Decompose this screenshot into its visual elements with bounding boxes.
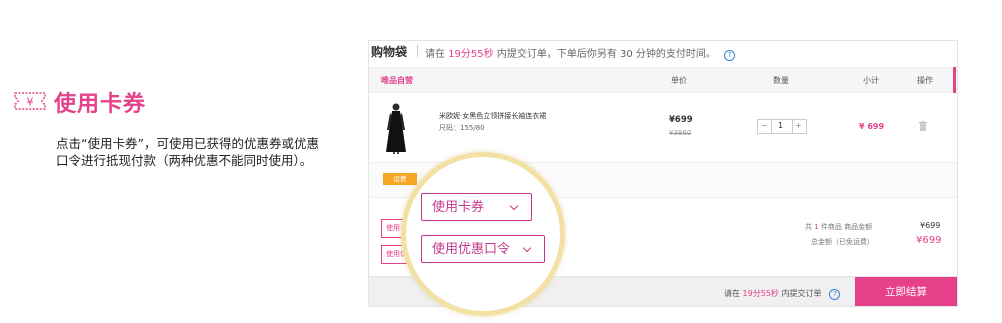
chevron-down-icon	[509, 201, 519, 211]
unit-price: ¥699	[669, 115, 693, 125]
svg-text:¥: ¥	[27, 96, 34, 109]
notice-suffix: 内提交订单，下单后你另有 30 分钟的支付时间。	[496, 49, 716, 60]
bottom-time-notice: 请在 19分55秒 内提交订单?	[724, 288, 841, 300]
count-suffix: 件商品 商品金额	[820, 223, 873, 231]
use-coupon-button[interactable]: 使用卡券	[421, 193, 532, 221]
original-price: ¥3860	[669, 129, 692, 137]
help-icon[interactable]: ?	[723, 50, 735, 61]
total-label: 总金额（已免运费）	[811, 238, 874, 246]
header-quantity: 数量	[773, 76, 789, 85]
cart-item: 米欧妮·女黑色立领拼接长袖连衣裙 尺码：155/80 ¥699 ¥3860 − …	[369, 92, 957, 163]
count-prefix: 共	[805, 223, 812, 231]
countdown-time: 19分55秒	[742, 289, 779, 298]
header-price: 单价	[671, 76, 687, 85]
checkout-button[interactable]: 立即结算	[855, 277, 957, 306]
cart-title: 购物袋	[371, 45, 408, 59]
divider	[417, 45, 418, 57]
item-subtotal: ¥ 699	[859, 122, 885, 131]
order-time-notice: 请在 19分55秒 内提交订单，下单后你另有 30 分钟的支付时间。?	[425, 45, 735, 61]
accent-bar	[953, 67, 956, 93]
header-subtotal: 小计	[863, 76, 879, 85]
notice-prefix: 请在	[425, 49, 445, 60]
divider	[771, 120, 772, 133]
decrease-button[interactable]: −	[761, 121, 768, 130]
intro-title: 使用卡券	[54, 92, 147, 117]
help-icon[interactable]: ?	[829, 289, 841, 300]
goods-amount: ¥699	[920, 221, 941, 230]
total-amount: ¥699	[916, 235, 942, 246]
product-name[interactable]: 米欧妮·女黑色立领拼接长袖连衣裙	[439, 111, 546, 121]
cart-topbar: 购物袋 请在 19分55秒 内提交订单，下单后你另有 30 分钟的支付时间。?	[369, 41, 957, 61]
countdown-time: 19分55秒	[448, 49, 494, 60]
use-promo-code-button[interactable]: 使用优惠口令	[421, 235, 545, 263]
seller-name: 唯品自营	[381, 76, 413, 85]
product-image[interactable]	[383, 102, 409, 154]
product-size: 尺码：155/80	[439, 124, 485, 132]
intro-description: 点击“使用卡券”，可使用已获得的优惠券或优惠口令进行抵现付款（两种优惠不能同时使…	[56, 136, 319, 168]
increase-button[interactable]: +	[795, 121, 802, 130]
use-promo-code-label: 使用优惠口令	[432, 242, 511, 257]
quantity-stepper: − 1 +	[757, 119, 807, 134]
use-coupon-label: 使用卡券	[432, 200, 485, 215]
goods-count: 1	[814, 223, 819, 231]
coupon-icon: ¥	[14, 92, 46, 110]
goods-count-label: 共 1 件商品 商品金额	[805, 222, 872, 232]
magnifier-circle	[401, 152, 565, 316]
cart-header-row: 唯品自营 单价 数量 小计 操作	[369, 67, 957, 93]
trash-icon[interactable]	[919, 121, 927, 131]
freight-badge: 运费	[383, 173, 417, 185]
header-action: 操作	[917, 76, 933, 85]
notice-prefix: 请在	[724, 289, 740, 298]
chevron-down-icon	[522, 243, 532, 253]
divider	[792, 120, 793, 133]
quantity-value[interactable]: 1	[778, 121, 783, 130]
notice-suffix: 内提交订单	[781, 289, 822, 298]
